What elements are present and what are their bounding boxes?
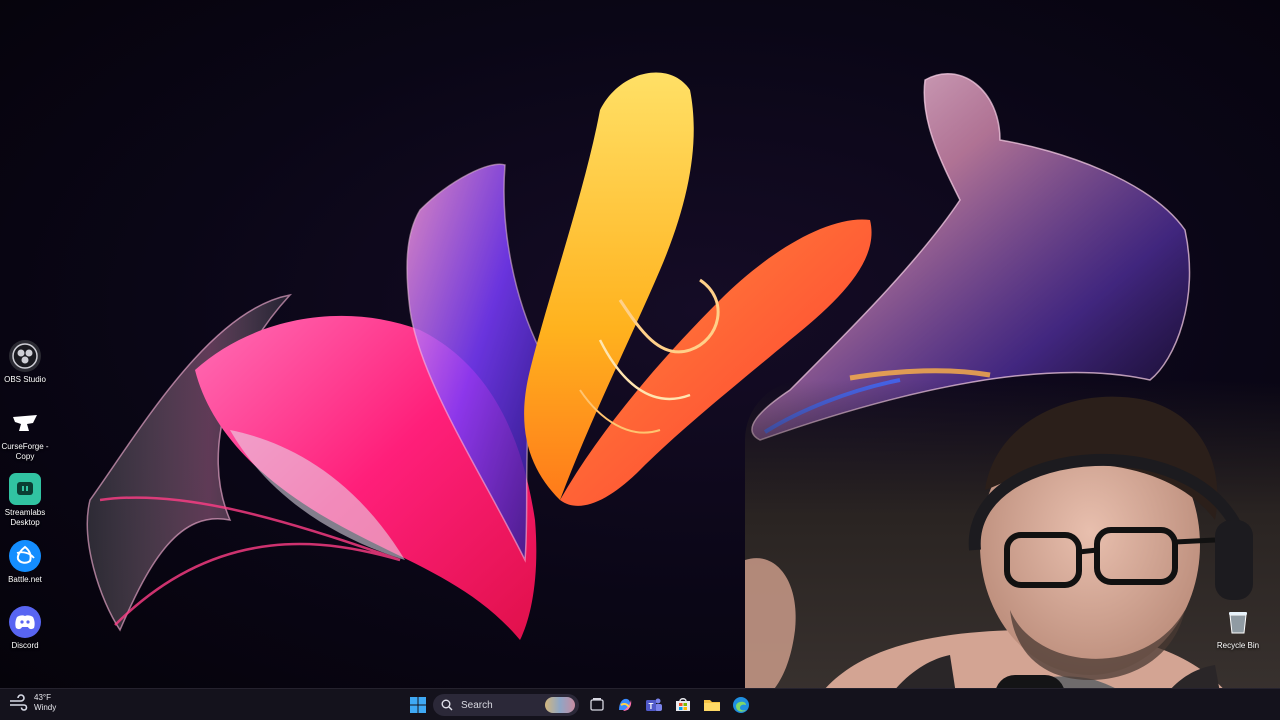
taskbar-app-teams[interactable]: T [643, 694, 665, 716]
weather-temperature: 43°F [34, 693, 51, 702]
desktop-icon-recycle-bin[interactable]: Recycle Bin [1213, 606, 1263, 651]
desktop-icon-label: Streamlabs Desktop [4, 508, 46, 527]
taskbar-app-task-view[interactable] [586, 694, 608, 716]
microsoft-store-icon [676, 698, 690, 711]
webcam-overlay [745, 380, 1280, 688]
windows-start-icon [410, 697, 426, 713]
edge-icon [733, 697, 749, 713]
taskbar: 43°F Windy Search T [0, 688, 1280, 720]
copilot-icon [619, 698, 632, 711]
obs-icon [9, 340, 41, 372]
taskbar-app-store[interactable] [672, 694, 694, 716]
wind-icon [10, 694, 28, 711]
search-placeholder: Search [461, 699, 493, 711]
desktop: OBS Studio CurseForge - Copy Streamlabs … [0, 0, 1280, 688]
weather-widget[interactable]: 43°F Windy [8, 693, 56, 713]
desktop-icon-obs-studio[interactable]: OBS Studio [0, 340, 50, 385]
discord-icon [9, 606, 41, 638]
desktop-icon-label: Battle.net [8, 575, 42, 584]
desktop-icon-label: OBS Studio [4, 375, 46, 384]
search-icon [441, 699, 453, 711]
folder-icon [704, 700, 720, 711]
desktop-icon-streamlabs-desktop[interactable]: Streamlabs Desktop [0, 473, 50, 528]
start-button[interactable] [407, 694, 429, 716]
recycle-bin-icon [1222, 606, 1254, 638]
search-input[interactable]: Search [433, 694, 579, 716]
taskbar-app-edge[interactable] [730, 694, 752, 716]
battlenet-icon [9, 540, 41, 572]
weather-condition: Windy [34, 703, 57, 712]
curseforge-icon [9, 407, 41, 439]
svg-text:T: T [649, 702, 654, 711]
task-view-icon [590, 698, 604, 711]
desktop-icon-label: Recycle Bin [1216, 641, 1260, 650]
desktop-icon-curseforge-copy[interactable]: CurseForge - Copy [0, 407, 50, 462]
desktop-icon-discord[interactable]: Discord [0, 606, 50, 651]
desktop-icon-battle-net[interactable]: Battle.net [0, 540, 50, 585]
streamlabs-icon [9, 473, 41, 505]
desktop-icon-label: Discord [11, 641, 39, 650]
streamer-camera-image [745, 396, 1253, 688]
teams-icon: T [646, 698, 662, 711]
taskbar-app-copilot[interactable] [614, 694, 636, 716]
taskbar-app-file-explorer[interactable] [701, 694, 723, 716]
search-highlight-icon [545, 697, 575, 713]
desktop-icon-label: CurseForge - Copy [1, 442, 49, 461]
